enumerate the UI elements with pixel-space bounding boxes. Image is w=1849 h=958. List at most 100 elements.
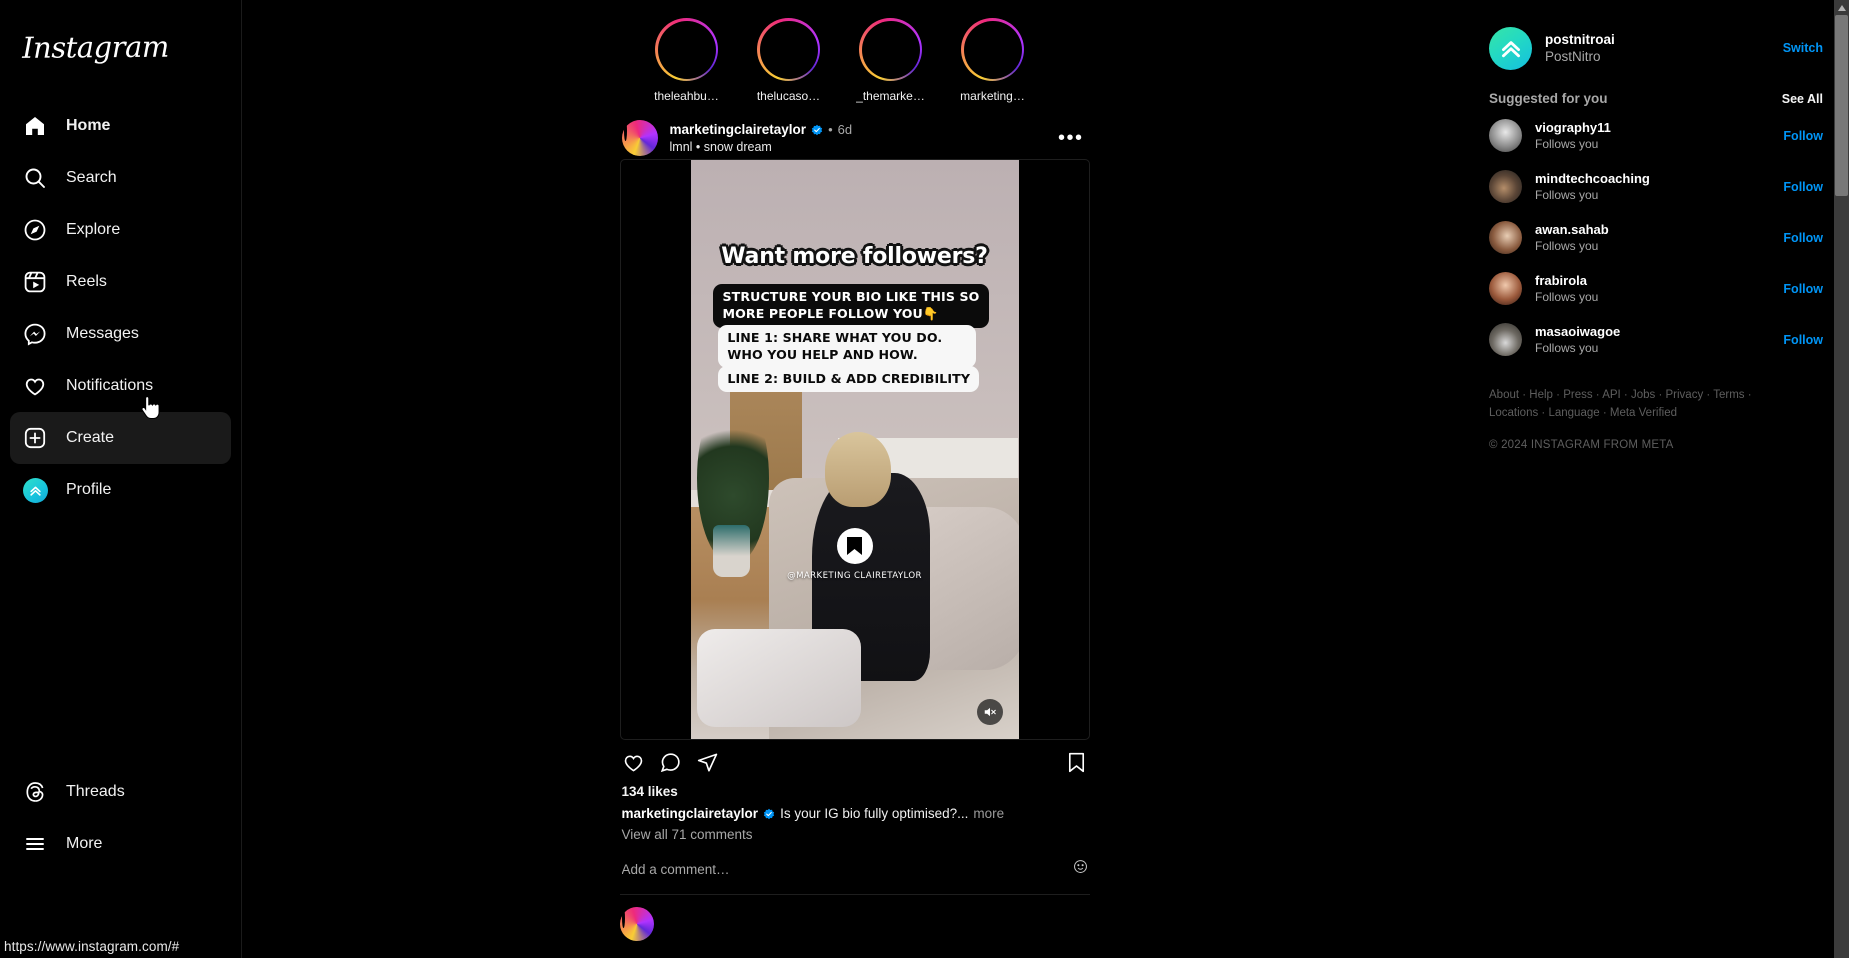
sidebar-label-explore: Explore: [66, 221, 121, 238]
post-author-username[interactable]: marketingclairetaylor: [670, 122, 807, 137]
sidebar-label-create: Create: [66, 429, 115, 446]
suggested-subtitle: Follows you: [1535, 290, 1599, 304]
story-ring: [655, 18, 718, 81]
suggested-username[interactable]: awan.sahab: [1535, 222, 1770, 237]
scrollbar-thumb[interactable]: [1835, 15, 1848, 196]
share-button[interactable]: [696, 751, 719, 774]
heart-icon: [22, 373, 48, 399]
messenger-icon: [22, 321, 48, 347]
save-button[interactable]: [1065, 751, 1088, 774]
mute-toggle-button[interactable]: [976, 699, 1003, 725]
follow-button[interactable]: Follow: [1783, 129, 1823, 143]
follow-button[interactable]: Follow: [1783, 333, 1823, 347]
avatar[interactable]: [1489, 272, 1522, 305]
scrollbar-up-arrow[interactable]: [1834, 0, 1849, 15]
profile-avatar-icon: [22, 477, 48, 503]
suggested-username[interactable]: mindtechcoaching: [1535, 171, 1770, 186]
list-item: awan.sahab Follows you Follow: [1489, 212, 1823, 263]
sidebar-item-notifications[interactable]: Notifications: [10, 360, 231, 412]
sidebar-item-search[interactable]: Search: [10, 152, 231, 204]
scene-plant-pot: [713, 524, 750, 577]
footer-link-jobs[interactable]: Jobs: [1631, 389, 1655, 401]
current-account-row: postnitroai PostNitro Switch: [1489, 22, 1823, 74]
instagram-logo[interactable]: Instagram: [0, 0, 241, 65]
post-media[interactable]: Want more followers? STRUCTURE YOUR BIO …: [619, 159, 1090, 740]
sidebar-item-threads[interactable]: Threads: [10, 766, 231, 818]
footer-link-api[interactable]: API: [1602, 389, 1621, 401]
sidebar-item-reels[interactable]: Reels: [10, 256, 231, 308]
rail-footer: About · Help · Press · API · Jobs · Priv…: [1489, 387, 1789, 451]
sidebar-item-home[interactable]: Home: [10, 100, 231, 152]
sidebar-item-more[interactable]: More: [10, 818, 231, 870]
comment-button[interactable]: [659, 751, 682, 774]
suggested-username[interactable]: viography11: [1535, 120, 1770, 135]
account-username[interactable]: postnitroai: [1545, 32, 1770, 47]
footer-link-privacy[interactable]: Privacy: [1666, 389, 1704, 401]
sidebar-item-create[interactable]: Create: [10, 412, 231, 464]
video-overlay-subtitle-text: STRUCTURE YOUR BIO LIKE THIS SO MORE PEO…: [722, 289, 980, 322]
follow-button[interactable]: Follow: [1783, 282, 1823, 296]
avatar[interactable]: [1489, 119, 1522, 152]
list-item: masaoiwagoe Follows you Follow: [1489, 314, 1823, 365]
save-animation-icon: [836, 527, 873, 564]
account-info: postnitroai PostNitro: [1545, 32, 1770, 64]
next-post-avatar[interactable]: [619, 907, 654, 941]
follow-button[interactable]: Follow: [1783, 180, 1823, 194]
footer-link-about[interactable]: About: [1489, 389, 1519, 401]
sidebar-label-profile: Profile: [66, 481, 112, 498]
suggested-username[interactable]: frabirola: [1535, 273, 1770, 288]
comment-input[interactable]: [621, 861, 1073, 877]
video-watermark: @MARKETING CLAIRETAYLOR: [787, 571, 922, 582]
pointing-down-hand-icon: 👇: [922, 306, 939, 322]
avatar[interactable]: [1489, 170, 1522, 203]
feed-post: marketingclairetaylor • 6d lmnl • snow d…: [619, 117, 1090, 941]
post-separator: •: [828, 122, 833, 137]
story-username: marketing…: [960, 89, 1025, 103]
sidebar-item-profile[interactable]: Profile: [10, 464, 231, 516]
page-scrollbar[interactable]: [1834, 0, 1849, 958]
add-comment-row: [620, 852, 1090, 886]
footer-link-help[interactable]: Help: [1529, 389, 1553, 401]
suggested-list: viography11 Follows you Follow mindtechc…: [1489, 110, 1823, 365]
post-audio-label[interactable]: lmnl • snow dream: [670, 140, 1042, 154]
suggested-username[interactable]: masaoiwagoe: [1535, 324, 1770, 339]
follow-button[interactable]: Follow: [1783, 231, 1823, 245]
avatar[interactable]: [1489, 221, 1522, 254]
post-options-button[interactable]: •••: [1054, 126, 1088, 150]
post-author-avatar[interactable]: [621, 120, 658, 156]
story-ring: [757, 18, 820, 81]
story-item[interactable]: _themarke…: [848, 18, 934, 103]
footer-link-terms[interactable]: Terms: [1713, 389, 1744, 401]
view-comments-link[interactable]: View all 71 comments: [620, 827, 1090, 852]
video-player[interactable]: Want more followers? STRUCTURE YOUR BIO …: [690, 160, 1019, 739]
verified-badge-icon: [811, 124, 823, 136]
like-button[interactable]: [622, 751, 645, 774]
story-item[interactable]: theleahbu…: [644, 18, 730, 103]
footer-link-meta-verified[interactable]: Meta Verified: [1610, 407, 1677, 419]
caption-username[interactable]: marketingclairetaylor: [622, 806, 759, 821]
suggested-header: Suggested for you See All: [1489, 91, 1823, 106]
see-all-button[interactable]: See All: [1782, 92, 1823, 106]
video-overlay-line2: LINE 2: BUILD & ADD CREDIBILITY: [718, 365, 980, 393]
list-item: frabirola Follows you Follow: [1489, 263, 1823, 314]
likes-count[interactable]: 134 likes: [620, 784, 1090, 806]
next-post-preview[interactable]: [619, 895, 1090, 941]
story-ring: [961, 18, 1024, 81]
plus-square-icon: [22, 425, 48, 451]
story-item[interactable]: thelucaso…: [746, 18, 832, 103]
sidebar-item-messages[interactable]: Messages: [10, 308, 231, 360]
left-sidebar: Instagram Home Search Explore Reels Mess…: [0, 0, 242, 958]
footer-link-locations[interactable]: Locations: [1489, 407, 1538, 419]
account-avatar[interactable]: [1489, 26, 1532, 70]
footer-link-language[interactable]: Language: [1548, 407, 1599, 419]
scene-pillow: [697, 629, 862, 728]
emoji-picker-icon[interactable]: [1073, 859, 1088, 879]
avatar[interactable]: [1489, 323, 1522, 356]
post-timestamp[interactable]: 6d: [838, 122, 852, 137]
story-item[interactable]: marketing…: [950, 18, 1036, 103]
post-author-info: marketingclairetaylor • 6d lmnl • snow d…: [670, 122, 1042, 154]
sidebar-item-explore[interactable]: Explore: [10, 204, 231, 256]
caption-more-button[interactable]: more: [973, 806, 1004, 821]
switch-account-button[interactable]: Switch: [1783, 41, 1823, 55]
footer-link-press[interactable]: Press: [1563, 389, 1592, 401]
